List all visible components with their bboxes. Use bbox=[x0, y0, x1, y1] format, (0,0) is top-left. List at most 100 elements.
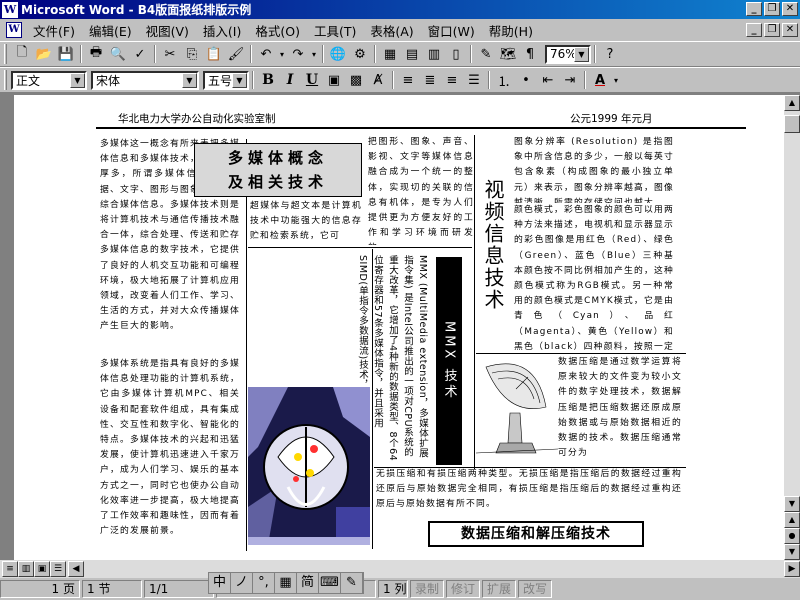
document-map-icon[interactable]: 🗺 bbox=[497, 43, 519, 65]
font-color-dropdown-icon[interactable]: ▾ bbox=[611, 69, 621, 91]
italic-button[interactable]: I bbox=[279, 69, 301, 91]
ime-punct-icon[interactable]: °, bbox=[253, 573, 275, 593]
title-bar: W Microsoft Word - B4版面报纸排版示例 _ ❐ ✕ bbox=[0, 0, 800, 19]
increase-indent-icon[interactable]: ⇥ bbox=[559, 69, 581, 91]
web-toolbar-icon[interactable]: ⚙ bbox=[349, 43, 371, 65]
show-hide-icon[interactable]: ¶ bbox=[519, 43, 541, 65]
new-document-icon[interactable]: 🗋 bbox=[11, 43, 33, 65]
scroll-right-button[interactable]: ▶ bbox=[784, 561, 800, 577]
font-size-select[interactable]: 五号 ▼ bbox=[203, 70, 249, 90]
mmx-title: MMX 技术 bbox=[441, 321, 457, 401]
doc-restore-button[interactable]: ❐ bbox=[764, 23, 780, 37]
undo-dropdown-icon[interactable]: ▾ bbox=[277, 43, 287, 65]
menu-file[interactable]: 文件(F) bbox=[26, 21, 82, 40]
justify-icon[interactable]: ☰ bbox=[463, 69, 485, 91]
close-button[interactable]: ✕ bbox=[782, 2, 798, 16]
insert-table-icon[interactable]: ▤ bbox=[401, 43, 423, 65]
columns-icon[interactable]: ▯ bbox=[445, 43, 467, 65]
menu-tools[interactable]: 工具(T) bbox=[307, 21, 363, 40]
normal-view-button[interactable]: ≡ bbox=[2, 561, 18, 577]
browse-object-button[interactable]: ● bbox=[784, 528, 800, 544]
toolbar-grip[interactable] bbox=[4, 44, 7, 64]
numbering-icon[interactable]: ⒈ bbox=[493, 69, 515, 91]
document-area[interactable]: 华北电力大学办公自动化实验室制 公元1999 年元月 多媒体这一概念有所来表把多… bbox=[0, 95, 784, 560]
tables-borders-icon[interactable]: ▦ bbox=[379, 43, 401, 65]
underline-button[interactable]: U bbox=[301, 69, 323, 91]
redo-dropdown-icon[interactable]: ▾ bbox=[309, 43, 319, 65]
style-select[interactable]: 正文 ▼ bbox=[11, 70, 87, 90]
cut-icon[interactable]: ✂ bbox=[159, 43, 181, 65]
bold-button[interactable]: B bbox=[257, 69, 279, 91]
copy-icon[interactable]: ⎘ bbox=[181, 43, 203, 65]
status-rec[interactable]: 录制 bbox=[410, 580, 445, 598]
open-folder-icon[interactable]: 📂 bbox=[33, 43, 55, 65]
word-app-icon[interactable]: W bbox=[2, 1, 18, 18]
ime-chinese-toggle[interactable]: 中 bbox=[209, 573, 231, 593]
status-trk[interactable]: 修订 bbox=[446, 580, 481, 598]
bullets-icon[interactable]: • bbox=[515, 69, 537, 91]
document-page[interactable]: 华北电力大学办公自动化实验室制 公元1999 年元月 多媒体这一概念有所来表把多… bbox=[14, 95, 784, 560]
toolbar-grip[interactable] bbox=[4, 70, 7, 90]
doc-minimize-button[interactable]: _ bbox=[746, 23, 762, 37]
document-icon[interactable]: W bbox=[6, 22, 22, 38]
doc-close-button[interactable]: ✕ bbox=[782, 23, 798, 37]
print-icon[interactable]: 🖶 bbox=[85, 43, 107, 65]
char-scale-icon[interactable]: Ⱥ bbox=[367, 69, 389, 91]
minimize-button[interactable]: _ bbox=[746, 2, 762, 16]
spelling-icon[interactable]: ✓ bbox=[129, 43, 151, 65]
ime-handwrite-icon[interactable]: ✎ bbox=[341, 573, 363, 593]
menu-window[interactable]: 窗口(W) bbox=[421, 21, 482, 40]
status-ext[interactable]: 扩展 bbox=[482, 580, 517, 598]
status-pages: 1/1 bbox=[144, 580, 214, 598]
menu-format[interactable]: 格式(O) bbox=[248, 21, 307, 40]
outline-view-button[interactable]: ☰ bbox=[50, 561, 66, 577]
save-icon[interactable]: 💾 bbox=[55, 43, 77, 65]
chevron-down-icon[interactable]: ▼ bbox=[70, 72, 85, 88]
article-title-line-1: 多媒体概念 bbox=[227, 149, 328, 167]
page-layout-button[interactable]: ▣ bbox=[34, 561, 50, 577]
office-assistant-icon[interactable]: ? bbox=[599, 43, 621, 65]
char-shading-icon[interactable]: ▩ bbox=[345, 69, 367, 91]
drawing-icon[interactable]: ✎ bbox=[475, 43, 497, 65]
redo-icon[interactable]: ↷ bbox=[287, 43, 309, 65]
menu-table[interactable]: 表格(A) bbox=[363, 21, 420, 40]
next-page-button[interactable]: ▼ bbox=[784, 544, 800, 560]
font-select[interactable]: 宋体 ▼ bbox=[91, 70, 199, 90]
align-left-icon[interactable]: ≡ bbox=[397, 69, 419, 91]
paste-icon[interactable]: 📋 bbox=[203, 43, 225, 65]
vertical-scrollbar[interactable]: ▲ ▼ ▲ ● ▼ bbox=[784, 95, 800, 560]
align-right-icon[interactable]: ≡ bbox=[441, 69, 463, 91]
section-divider bbox=[476, 353, 686, 354]
status-ovr[interactable]: 改写 bbox=[518, 580, 553, 598]
insert-hyperlink-icon[interactable]: 🌐 bbox=[327, 43, 349, 65]
ime-shape-icon[interactable]: ノ bbox=[231, 573, 253, 593]
menu-view[interactable]: 视图(V) bbox=[139, 21, 196, 40]
decrease-indent-icon[interactable]: ⇤ bbox=[537, 69, 559, 91]
menu-insert[interactable]: 插入(I) bbox=[196, 21, 248, 40]
ime-keyboard-icon[interactable]: ▦ bbox=[275, 573, 297, 593]
menu-help[interactable]: 帮助(H) bbox=[482, 21, 540, 40]
scroll-left-button[interactable]: ◀ bbox=[68, 561, 84, 577]
format-painter-icon[interactable]: 🖌 bbox=[225, 43, 247, 65]
scroll-up-button[interactable]: ▲ bbox=[784, 95, 800, 111]
chevron-down-icon[interactable]: ▼ bbox=[574, 46, 589, 62]
restore-button[interactable]: ❐ bbox=[764, 2, 780, 16]
zoom-select[interactable]: 76% ▼ bbox=[545, 44, 591, 64]
undo-icon[interactable]: ↶ bbox=[255, 43, 277, 65]
scroll-down-button[interactable]: ▼ bbox=[784, 496, 800, 512]
prev-page-button[interactable]: ▲ bbox=[784, 512, 800, 528]
ime-softkeyboard-icon[interactable]: ⌨ bbox=[319, 573, 341, 593]
print-preview-icon[interactable]: 🔍 bbox=[107, 43, 129, 65]
font-color-icon[interactable]: A bbox=[589, 69, 611, 91]
align-center-icon[interactable]: ≣ bbox=[419, 69, 441, 91]
menu-edit[interactable]: 编辑(E) bbox=[82, 21, 139, 40]
ime-simplified-toggle[interactable]: 简 bbox=[297, 573, 319, 593]
formatting-toolbar: 正文 ▼ 宋体 ▼ 五号 ▼ B I U ▣ ▩ Ⱥ ≡ ≣ ≡ ☰ ⒈ • ⇤ ⇥ … bbox=[0, 67, 800, 93]
chevron-down-icon[interactable]: ▼ bbox=[232, 72, 247, 88]
insert-excel-icon[interactable]: ▥ bbox=[423, 43, 445, 65]
web-layout-button[interactable]: ▥ bbox=[18, 561, 34, 577]
scroll-thumb[interactable] bbox=[784, 115, 800, 133]
chevron-down-icon[interactable]: ▼ bbox=[182, 72, 197, 88]
horizontal-scrollbar[interactable]: ≡ ▥ ▣ ☰ ◀ ▶ bbox=[0, 560, 800, 578]
char-border-icon[interactable]: ▣ bbox=[323, 69, 345, 91]
